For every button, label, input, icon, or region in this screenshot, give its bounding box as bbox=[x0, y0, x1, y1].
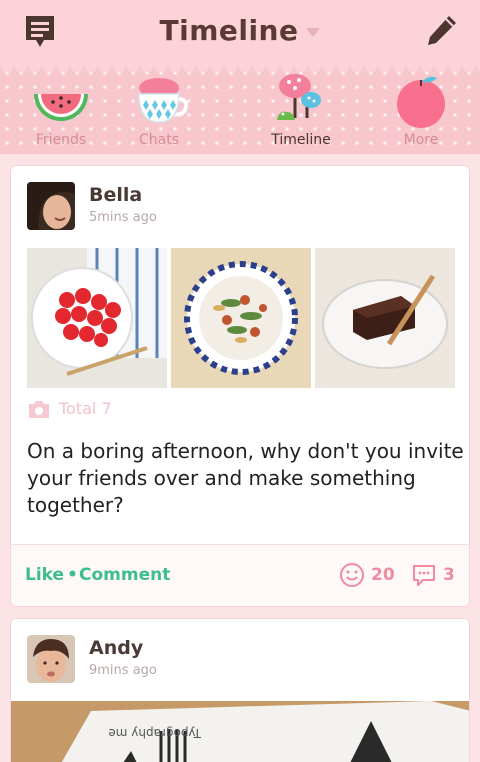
tab-chats-label: Chats bbox=[138, 132, 179, 148]
smile-icon[interactable] bbox=[339, 562, 365, 588]
page-title[interactable]: Timeline bbox=[0, 14, 480, 47]
tab-friends-label: Friends bbox=[35, 132, 87, 148]
photo-strawberries[interactable] bbox=[27, 248, 167, 388]
avatar[interactable] bbox=[27, 182, 75, 230]
comment-button[interactable]: Comment bbox=[79, 565, 170, 585]
post-time: 9mins ago bbox=[89, 663, 157, 678]
compose-pencil-icon[interactable] bbox=[424, 14, 458, 48]
separator-dot: • bbox=[67, 565, 78, 585]
post-text: On a boring afternoon, why don't you inv… bbox=[27, 439, 464, 517]
comment-count: 3 bbox=[443, 565, 455, 585]
smile-count: 20 bbox=[371, 565, 395, 585]
tab-friends[interactable]: Friends bbox=[13, 66, 109, 154]
timeline-post: Andy 9mins ago Typography me bbox=[10, 618, 470, 762]
tab-timeline[interactable]: Timeline bbox=[253, 66, 349, 154]
post-photo[interactable]: Typography me bbox=[11, 701, 469, 762]
teacup-icon bbox=[138, 78, 189, 123]
photo-cake[interactable] bbox=[315, 248, 455, 388]
tab-timeline-label: Timeline bbox=[271, 132, 331, 148]
like-button[interactable]: Like bbox=[25, 565, 64, 585]
page-title-text: Timeline bbox=[159, 14, 299, 47]
chevron-down-icon bbox=[306, 27, 321, 37]
photo-salad[interactable] bbox=[171, 248, 311, 388]
tab-more[interactable]: More bbox=[373, 66, 469, 154]
camera-icon bbox=[29, 401, 49, 418]
tab-chats[interactable]: Chats bbox=[111, 66, 207, 154]
watermelon-icon bbox=[34, 94, 88, 121]
comment-bubble-icon[interactable] bbox=[411, 562, 437, 588]
user-name[interactable]: Bella bbox=[89, 184, 142, 206]
apple-icon bbox=[397, 76, 445, 128]
avatar[interactable] bbox=[27, 635, 75, 683]
photo-caption-text: Typography me bbox=[108, 726, 202, 740]
tab-more-label: More bbox=[403, 132, 439, 148]
user-name[interactable]: Andy bbox=[89, 637, 143, 659]
photo-total-text: Total 7 bbox=[59, 399, 112, 418]
post-actions: Like • Comment 20 3 bbox=[11, 544, 469, 606]
tab-bar: Friends Chats Timeline More bbox=[0, 66, 480, 154]
top-bar: Timeline bbox=[0, 0, 480, 66]
post-time: 5mins ago bbox=[89, 210, 157, 225]
timeline-post: Bella 5mins ago Total 7 On a boring afte… bbox=[10, 165, 470, 607]
mushroom-icon bbox=[277, 74, 321, 120]
